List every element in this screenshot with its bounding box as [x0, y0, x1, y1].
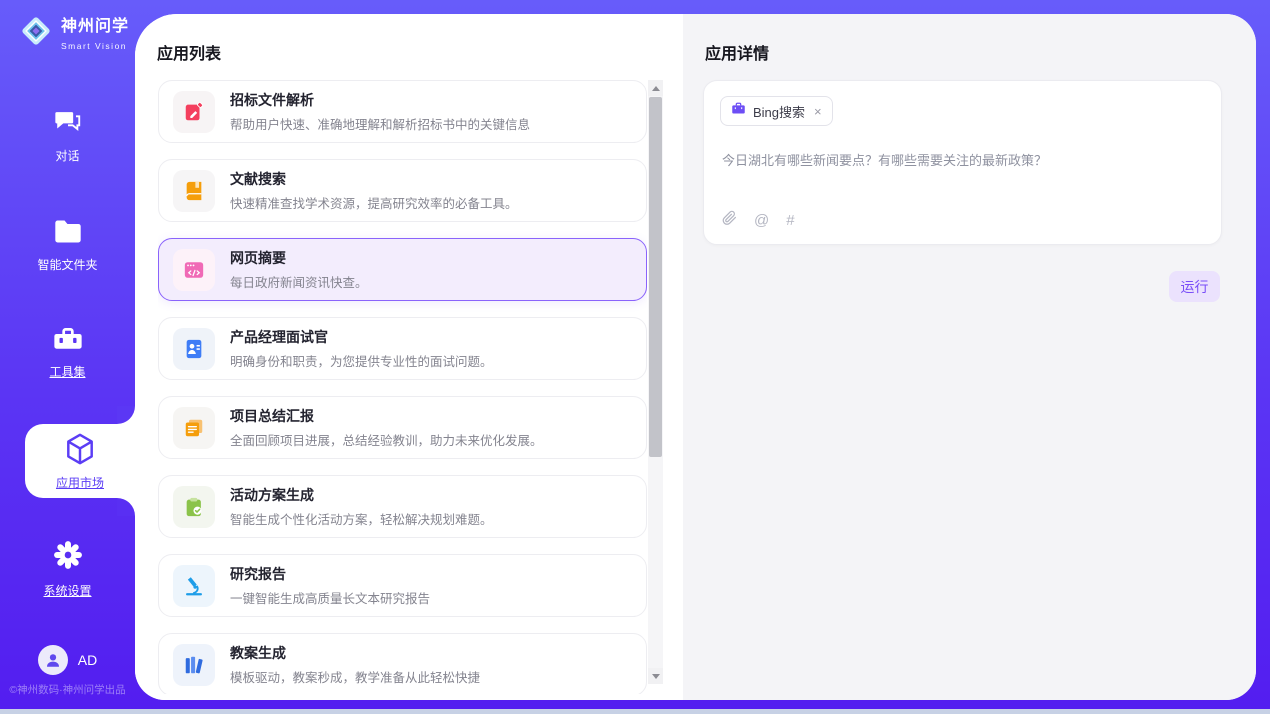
microscope-icon: [173, 565, 215, 607]
app-name: 产品经理面试官: [230, 327, 493, 347]
app-list-scrollbar[interactable]: [648, 80, 663, 684]
scroll-up-button[interactable]: [648, 80, 663, 96]
sidebar-item-settings[interactable]: 系统设置: [0, 540, 135, 599]
sidebar-item-chat[interactable]: 对话: [0, 108, 135, 164]
copyright-footer: ©神州数码·神州问学出品: [0, 682, 135, 697]
app-card-literature-search[interactable]: 文献搜索 快速精准查找学术资源，提高研究效率的必备工具。: [158, 159, 647, 222]
app-name: 教案生成: [230, 643, 480, 663]
mention-icon[interactable]: @: [754, 212, 769, 229]
sidebar-item-label: 对话: [0, 147, 135, 164]
chat-icon: [53, 122, 83, 139]
clipboard-check-icon: [173, 486, 215, 528]
gear-icon: [53, 557, 83, 574]
app-desc: 每日政府新闻资讯快查。: [230, 272, 368, 291]
sidebar-item-toolset[interactable]: 工具集: [0, 326, 135, 380]
app-card-research-report[interactable]: 研究报告 一键智能生成高质量长文本研究报告: [158, 554, 647, 617]
app-name: 活动方案生成: [230, 485, 493, 505]
diamond-logo-icon: [18, 13, 54, 54]
app-list-title: 应用列表: [157, 40, 221, 64]
app-name: 招标文件解析: [230, 90, 530, 110]
app-desc: 智能生成个性化活动方案，轻松解决规划难题。: [230, 509, 493, 528]
app-desc: 快速精准查找学术资源，提高研究效率的必备工具。: [230, 193, 518, 212]
brand-subtitle: Smart Vision: [61, 41, 127, 51]
prompt-toolbar: @ #: [722, 210, 795, 231]
prompt-card: Bing搜索 × 今日湖北有哪些新闻要点？有哪些需要关注的最新政策？ @ #: [703, 80, 1222, 245]
market-tab-curve-bottom: [117, 498, 135, 516]
sidebar-item-app-market[interactable]: 应用市场: [25, 424, 135, 498]
app-desc: 明确身份和职责，为您提供专业性的面试问题。: [230, 351, 493, 370]
tool-tag-bing-search[interactable]: Bing搜索 ×: [720, 96, 833, 126]
app-name: 研究报告: [230, 564, 430, 584]
app-list: 招标文件解析 帮助用户快速、准确地理解和解析招标书中的关键信息 文献搜索: [158, 80, 647, 694]
app-detail-title: 应用详情: [705, 40, 769, 64]
sidebar-item-label: 应用市场: [25, 474, 135, 491]
doc-edit-icon: [173, 91, 215, 133]
topic-icon[interactable]: #: [786, 212, 794, 229]
market-tab-curve-top: [117, 406, 135, 424]
paperclip-icon[interactable]: [722, 210, 737, 231]
app-card-web-summary[interactable]: 网页摘要 每日政府新闻资讯快查。: [158, 238, 647, 301]
notes-icon: [173, 407, 215, 449]
app-detail-panel: 应用详情 Bing搜索 × 今日湖北有哪些新闻要点？有哪些需要关注的最新政: [683, 14, 1256, 700]
app-window-frame: 神州问学 Smart Vision 对话 智能文件夹: [0, 0, 1270, 714]
avatar: [38, 645, 68, 675]
app-card-event-plan[interactable]: 活动方案生成 智能生成个性化活动方案，轻松解决规划难题。: [158, 475, 647, 538]
app-name: 文献搜索: [230, 169, 518, 189]
cube-icon: [65, 452, 95, 469]
user-name: AD: [78, 652, 97, 668]
book-icon: [173, 170, 215, 212]
app-desc: 一键智能生成高质量长文本研究报告: [230, 588, 430, 607]
sidebar-item-label: 系统设置: [0, 582, 135, 599]
arrow-down-icon: [652, 674, 660, 679]
brand-logo: 神州问学 Smart Vision: [18, 12, 135, 54]
app-card-project-summary[interactable]: 项目总结汇报 全面回顾项目进展，总结经验教训，助力未来优化发展。: [158, 396, 647, 459]
sidebar-item-label: 工具集: [0, 363, 135, 380]
run-button[interactable]: 运行: [1169, 271, 1220, 302]
brand-name: 神州问学: [61, 18, 129, 35]
sidebar: 神州问学 Smart Vision 对话 智能文件夹: [0, 0, 135, 709]
app-desc: 全面回顾项目进展，总结经验教训，助力未来优化发展。: [230, 430, 543, 449]
prompt-input[interactable]: 今日湖北有哪些新闻要点？有哪些需要关注的最新政策？: [722, 151, 1203, 171]
window-bottom-edge: [0, 709, 1270, 714]
app-name: 项目总结汇报: [230, 406, 543, 426]
arrow-up-icon: [652, 86, 660, 91]
folder-icon: [53, 231, 83, 248]
books-icon: [173, 644, 215, 686]
app-card-bid-analysis[interactable]: 招标文件解析 帮助用户快速、准确地理解和解析招标书中的关键信息: [158, 80, 647, 143]
close-icon[interactable]: ×: [814, 104, 822, 119]
resume-person-icon: [173, 328, 215, 370]
sidebar-item-label: 智能文件夹: [0, 256, 135, 273]
app-card-lesson-plan[interactable]: 教案生成 模板驱动，教案秒成，教学准备从此轻松快捷: [158, 633, 647, 694]
main-content: 应用列表 招标文件解析 帮助用户快速、准确地理解和解析招标书中的关键信息: [135, 14, 1256, 700]
briefcase-icon: [731, 101, 746, 121]
app-list-panel: 应用列表 招标文件解析 帮助用户快速、准确地理解和解析招标书中的关键信息: [135, 14, 683, 700]
user-account[interactable]: AD: [0, 645, 135, 675]
sidebar-item-smart-folder[interactable]: 智能文件夹: [0, 219, 135, 273]
app-desc: 模板驱动，教案秒成，教学准备从此轻松快捷: [230, 667, 480, 686]
app-name: 网页摘要: [230, 248, 368, 268]
toolbox-icon: [53, 338, 83, 355]
tool-tag-label: Bing搜索: [753, 102, 805, 121]
scrollbar-thumb[interactable]: [649, 97, 662, 457]
browser-icon: [173, 249, 215, 291]
app-card-pm-interviewer[interactable]: 产品经理面试官 明确身份和职责，为您提供专业性的面试问题。: [158, 317, 647, 380]
scroll-down-button[interactable]: [648, 668, 663, 684]
app-desc: 帮助用户快速、准确地理解和解析招标书中的关键信息: [230, 114, 530, 133]
